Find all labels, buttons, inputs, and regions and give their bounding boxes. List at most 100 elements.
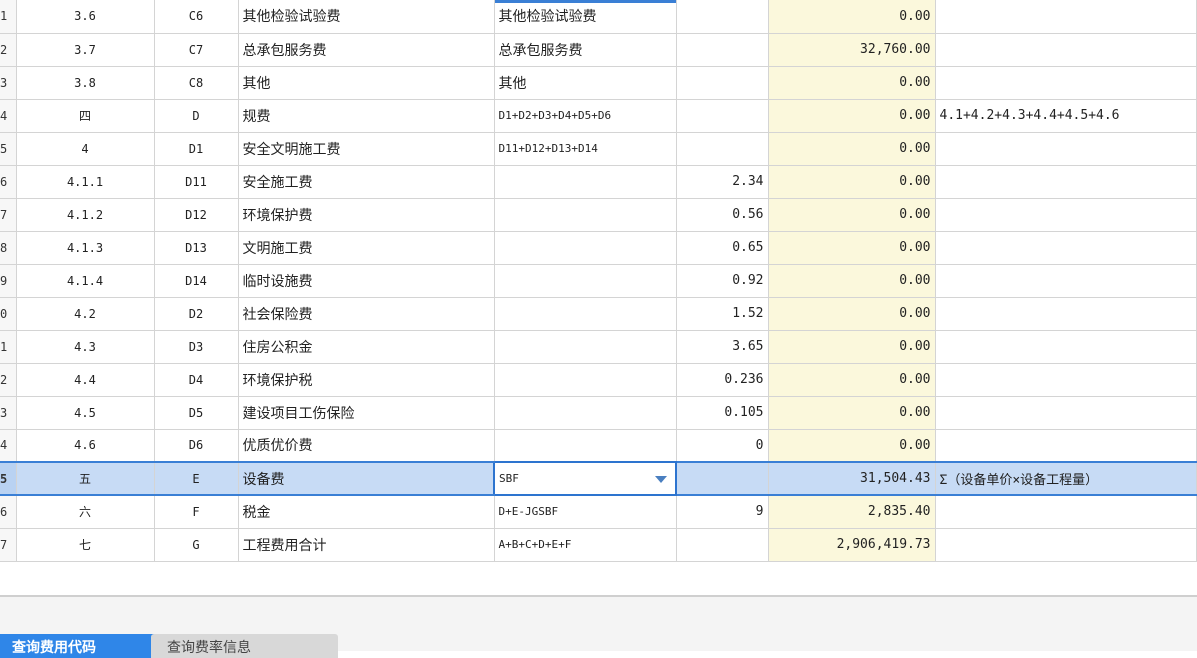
- cell-note[interactable]: [935, 165, 1197, 199]
- cell-note[interactable]: [935, 429, 1197, 463]
- cell-calc-base[interactable]: SBF: [493, 461, 677, 496]
- cell-fee-name[interactable]: 优质优价费: [238, 429, 495, 463]
- table-row[interactable]: 7 4.1.2 D12 环境保护费 0.56 0.00: [0, 198, 1197, 232]
- cell-note[interactable]: [935, 264, 1197, 298]
- cell-fee-name[interactable]: 工程费用合计: [238, 528, 495, 562]
- cell-serial[interactable]: 4.1.1: [16, 165, 155, 199]
- table-row[interactable]: 5 五 E 设备费 SBF 31,504.43 Σ（设备单价×设备工程量）: [0, 461, 1197, 496]
- cell-rate[interactable]: 1.52: [676, 297, 769, 331]
- cell-fee-code[interactable]: D1: [154, 132, 239, 166]
- cell-calc-base[interactable]: [494, 429, 677, 463]
- cell-serial[interactable]: 四: [16, 99, 155, 133]
- cell-fee-name[interactable]: 社会保险费: [238, 297, 495, 331]
- cell-fee-name[interactable]: 安全施工费: [238, 165, 495, 199]
- cell-calc-base[interactable]: 其他检验试验费: [494, 0, 677, 34]
- cell-serial[interactable]: 4.4: [16, 363, 155, 397]
- cell-rate[interactable]: [676, 99, 769, 133]
- cell-fee-name[interactable]: 文明施工费: [238, 231, 495, 265]
- cell-fee-name[interactable]: 其他: [238, 66, 495, 100]
- cell-serial[interactable]: 五: [16, 461, 155, 496]
- cell-rate[interactable]: [676, 461, 769, 496]
- table-row[interactable]: 1 3.6 C6 其他检验试验费 其他检验试验费 0.00: [0, 0, 1197, 34]
- cell-note[interactable]: [935, 396, 1197, 430]
- cell-note[interactable]: [935, 0, 1197, 34]
- table-row[interactable]: 2 3.7 C7 总承包服务费 总承包服务费 32,760.00: [0, 33, 1197, 67]
- cell-note[interactable]: [935, 132, 1197, 166]
- cell-note[interactable]: [935, 231, 1197, 265]
- cell-fee-name[interactable]: 环境保护费: [238, 198, 495, 232]
- cell-rate[interactable]: 3.65: [676, 330, 769, 364]
- cell-amount[interactable]: 0.00: [768, 330, 936, 364]
- cell-rate[interactable]: [676, 0, 769, 34]
- cell-amount[interactable]: 0.00: [768, 132, 936, 166]
- cell-serial[interactable]: 4.6: [16, 429, 155, 463]
- cell-serial[interactable]: 4.2: [16, 297, 155, 331]
- cell-amount[interactable]: 0.00: [768, 66, 936, 100]
- cell-calc-base[interactable]: [494, 297, 677, 331]
- cell-fee-name[interactable]: 总承包服务费: [238, 33, 495, 67]
- table-row[interactable]: 0 4.2 D2 社会保险费 1.52 0.00: [0, 297, 1197, 331]
- cell-note[interactable]: 4.1+4.2+4.3+4.4+4.5+4.6: [935, 99, 1197, 133]
- cell-amount[interactable]: 0.00: [768, 396, 936, 430]
- cell-calc-base[interactable]: D1+D2+D3+D4+D5+D6: [494, 99, 677, 133]
- cell-fee-code[interactable]: C7: [154, 33, 239, 67]
- cell-note[interactable]: [935, 198, 1197, 232]
- cell-serial[interactable]: 六: [16, 495, 155, 529]
- cell-calc-base[interactable]: D+E-JGSBF: [494, 495, 677, 529]
- cell-amount[interactable]: 0.00: [768, 0, 936, 34]
- tab-query-rate-info[interactable]: 查询费率信息: [151, 634, 338, 658]
- cell-fee-code[interactable]: G: [154, 528, 239, 562]
- cell-fee-code[interactable]: D14: [154, 264, 239, 298]
- cell-fee-code[interactable]: D12: [154, 198, 239, 232]
- cell-note[interactable]: [935, 528, 1197, 562]
- cell-serial[interactable]: 4.1.4: [16, 264, 155, 298]
- cell-calc-base[interactable]: [494, 264, 677, 298]
- cell-amount[interactable]: 0.00: [768, 231, 936, 265]
- cell-rate[interactable]: 0.105: [676, 396, 769, 430]
- cell-fee-name[interactable]: 临时设施费: [238, 264, 495, 298]
- cell-amount[interactable]: 2,835.40: [768, 495, 936, 529]
- cell-fee-name[interactable]: 规费: [238, 99, 495, 133]
- cell-amount[interactable]: 0.00: [768, 297, 936, 331]
- cell-rate[interactable]: 0: [676, 429, 769, 463]
- cell-note[interactable]: [935, 33, 1197, 67]
- cell-rate[interactable]: 0.236: [676, 363, 769, 397]
- cell-fee-name[interactable]: 住房公积金: [238, 330, 495, 364]
- cell-rate[interactable]: 9: [676, 495, 769, 529]
- cell-calc-base[interactable]: A+B+C+D+E+F: [494, 528, 677, 562]
- table-row[interactable]: 4 4.6 D6 优质优价费 0 0.00: [0, 429, 1197, 463]
- table-row[interactable]: 6 六 F 税金 D+E-JGSBF 9 2,835.40: [0, 495, 1197, 529]
- cell-fee-name[interactable]: 安全文明施工费: [238, 132, 495, 166]
- cell-rate[interactable]: 0.92: [676, 264, 769, 298]
- cell-fee-code[interactable]: E: [154, 461, 239, 496]
- cell-calc-base[interactable]: [494, 363, 677, 397]
- cell-rate[interactable]: 0.65: [676, 231, 769, 265]
- cell-amount[interactable]: 0.00: [768, 165, 936, 199]
- cell-calc-base[interactable]: [494, 165, 677, 199]
- cell-serial[interactable]: 3.6: [16, 0, 155, 34]
- cell-rate[interactable]: [676, 66, 769, 100]
- cell-serial[interactable]: 3.8: [16, 66, 155, 100]
- cell-calc-base[interactable]: [494, 396, 677, 430]
- table-row[interactable]: 8 4.1.3 D13 文明施工费 0.65 0.00: [0, 231, 1197, 265]
- table-row[interactable]: 9 4.1.4 D14 临时设施费 0.92 0.00: [0, 264, 1197, 298]
- table-row[interactable]: 5 4 D1 安全文明施工费 D11+D12+D13+D14 0.00: [0, 132, 1197, 166]
- cell-calc-base[interactable]: [494, 198, 677, 232]
- cell-serial[interactable]: 4: [16, 132, 155, 166]
- table-row[interactable]: 1 4.3 D3 住房公积金 3.65 0.00: [0, 330, 1197, 364]
- cell-fee-name[interactable]: 设备费: [238, 461, 495, 496]
- cell-fee-code[interactable]: D5: [154, 396, 239, 430]
- cell-fee-code[interactable]: D: [154, 99, 239, 133]
- cell-fee-name[interactable]: 其他检验试验费: [238, 0, 495, 34]
- cell-rate[interactable]: [676, 132, 769, 166]
- cell-calc-base[interactable]: 其他: [494, 66, 677, 100]
- cell-amount[interactable]: 2,906,419.73: [768, 528, 936, 562]
- table-row[interactable]: 7 七 G 工程费用合计 A+B+C+D+E+F 2,906,419.73: [0, 528, 1197, 562]
- cell-serial[interactable]: 4.1.3: [16, 231, 155, 265]
- cell-calc-base[interactable]: D11+D12+D13+D14: [494, 132, 677, 166]
- cell-serial[interactable]: 4.3: [16, 330, 155, 364]
- cell-calc-base[interactable]: [494, 330, 677, 364]
- cell-note[interactable]: [935, 330, 1197, 364]
- cell-fee-code[interactable]: F: [154, 495, 239, 529]
- cell-serial[interactable]: 3.7: [16, 33, 155, 67]
